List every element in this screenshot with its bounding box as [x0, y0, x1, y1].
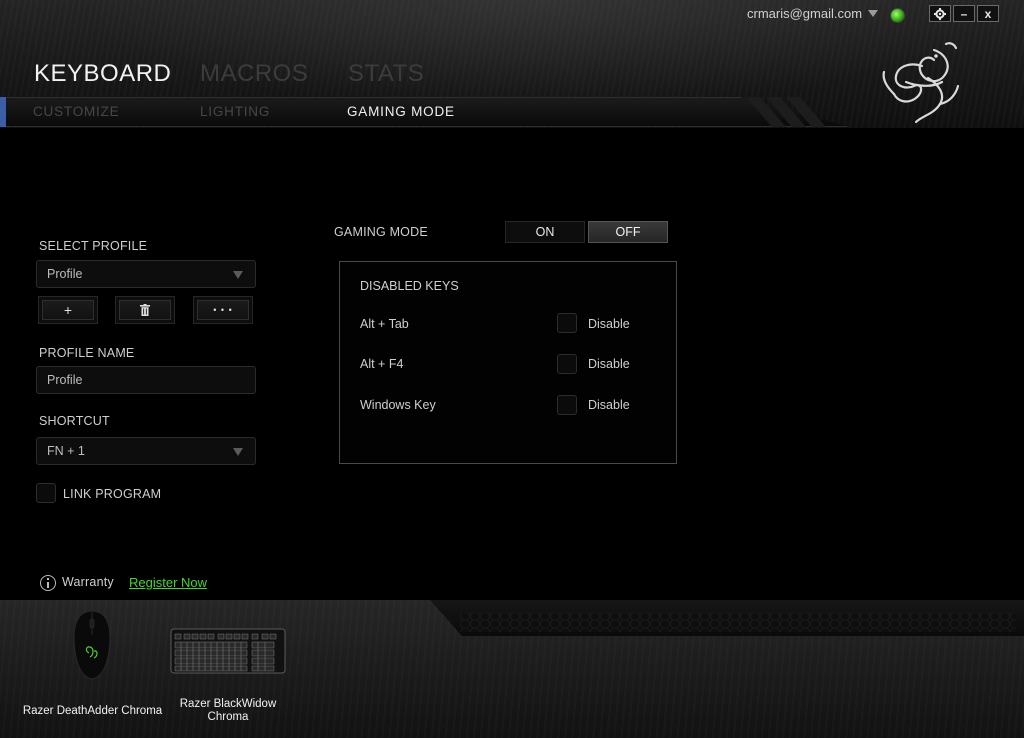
minimize-button[interactable]: –	[953, 5, 975, 22]
gaming-mode-off-button[interactable]: OFF	[588, 221, 668, 243]
disabled-keys-panel: DISABLED KEYS Alt + Tab Disable Alt + F4…	[339, 261, 677, 464]
tab-stats[interactable]: STATS	[348, 60, 424, 88]
mouse-icon	[73, 610, 111, 680]
key-alt-tab-label: Alt + Tab	[360, 317, 409, 331]
delete-profile-button[interactable]	[115, 296, 175, 324]
subtab-lighting[interactable]: LIGHTING	[200, 104, 270, 119]
trash-icon	[140, 304, 150, 316]
shortcut-dropdown[interactable]: FN + 1	[36, 437, 256, 465]
disable-alt-f4-label: Disable	[588, 357, 630, 371]
gaming-mode-on-label: ON	[535, 225, 555, 239]
ellipsis-icon: • • •	[213, 305, 233, 315]
gaming-mode-label: GAMING MODE	[334, 225, 428, 239]
close-button[interactable]: x	[977, 5, 999, 22]
profile-dropdown[interactable]: Profile	[36, 260, 256, 288]
online-status-icon	[890, 8, 905, 23]
keyboard-icon	[170, 628, 286, 674]
device-name-blackwidow-line2: Chroma	[207, 711, 249, 723]
select-profile-label: SELECT PROFILE	[39, 239, 148, 253]
close-icon: x	[984, 6, 992, 21]
profile-name-input[interactable]: Profile	[36, 366, 256, 394]
chevron-down-icon	[233, 448, 243, 456]
profile-name-value: Profile	[47, 373, 83, 387]
decorative-stripes	[746, 97, 826, 127]
device-name-deathadder: Razer DeathAdder Chroma	[22, 705, 163, 717]
tab-keyboard[interactable]: KEYBOARD	[34, 60, 171, 88]
profile-dropdown-value: Profile	[47, 267, 83, 281]
gear-icon	[934, 7, 946, 20]
disabled-keys-title: DISABLED KEYS	[360, 279, 459, 293]
key-alt-f4-label: Alt + F4	[360, 357, 404, 371]
profile-name-label: PROFILE NAME	[39, 346, 135, 360]
account-menu[interactable]: crmaris@gmail.com	[747, 6, 879, 21]
key-windows-label: Windows Key	[360, 398, 436, 412]
sub-navigation-edge	[0, 97, 6, 127]
more-options-button[interactable]: • • •	[193, 296, 253, 324]
chevron-down-icon	[233, 271, 243, 279]
plus-icon: +	[63, 302, 73, 318]
subtab-gaming-mode[interactable]: GAMING MODE	[347, 104, 455, 119]
subtab-customize[interactable]: CUSTOMIZE	[33, 104, 119, 119]
device-deathadder[interactable]: Razer DeathAdder Chroma	[15, 605, 170, 725]
tab-macros[interactable]: MACROS	[200, 60, 308, 88]
razer-logo-icon	[882, 42, 960, 124]
header: crmaris@gmail.com – x KEYBOARD MACROS ST…	[0, 0, 1024, 128]
link-program-label: LINK PROGRAM	[63, 487, 162, 501]
shortcut-value: FN + 1	[47, 444, 85, 458]
hex-pattern-decoration	[460, 612, 1016, 632]
settings-button[interactable]	[929, 5, 951, 22]
razer-synapse-window: crmaris@gmail.com – x KEYBOARD MACROS ST…	[0, 0, 1024, 738]
minimize-icon: –	[960, 6, 968, 21]
disable-alt-tab-checkbox[interactable]	[557, 313, 577, 333]
chevron-down-icon	[868, 10, 879, 17]
gaming-mode-off-label: OFF	[615, 225, 641, 239]
link-program-checkbox[interactable]	[36, 483, 56, 503]
disable-windows-key-checkbox[interactable]	[557, 395, 577, 415]
account-email: crmaris@gmail.com	[747, 6, 863, 21]
add-profile-button[interactable]: +	[38, 296, 98, 324]
warranty-label: Warranty	[62, 575, 114, 589]
disable-alt-f4-checkbox[interactable]	[557, 354, 577, 374]
device-name-blackwidow-line1: Razer BlackWidow	[179, 698, 277, 710]
device-blackwidow[interactable]: Razer BlackWidow Chroma	[168, 605, 288, 730]
disable-alt-tab-label: Disable	[588, 317, 630, 331]
shortcut-label: SHORTCUT	[39, 414, 110, 428]
device-name-blackwidow: Razer BlackWidow Chroma	[168, 698, 288, 724]
gaming-mode-on-button[interactable]: ON	[505, 221, 585, 243]
register-now-link[interactable]: Register Now	[129, 575, 207, 590]
disable-windows-key-label: Disable	[588, 398, 630, 412]
info-icon	[40, 575, 56, 591]
